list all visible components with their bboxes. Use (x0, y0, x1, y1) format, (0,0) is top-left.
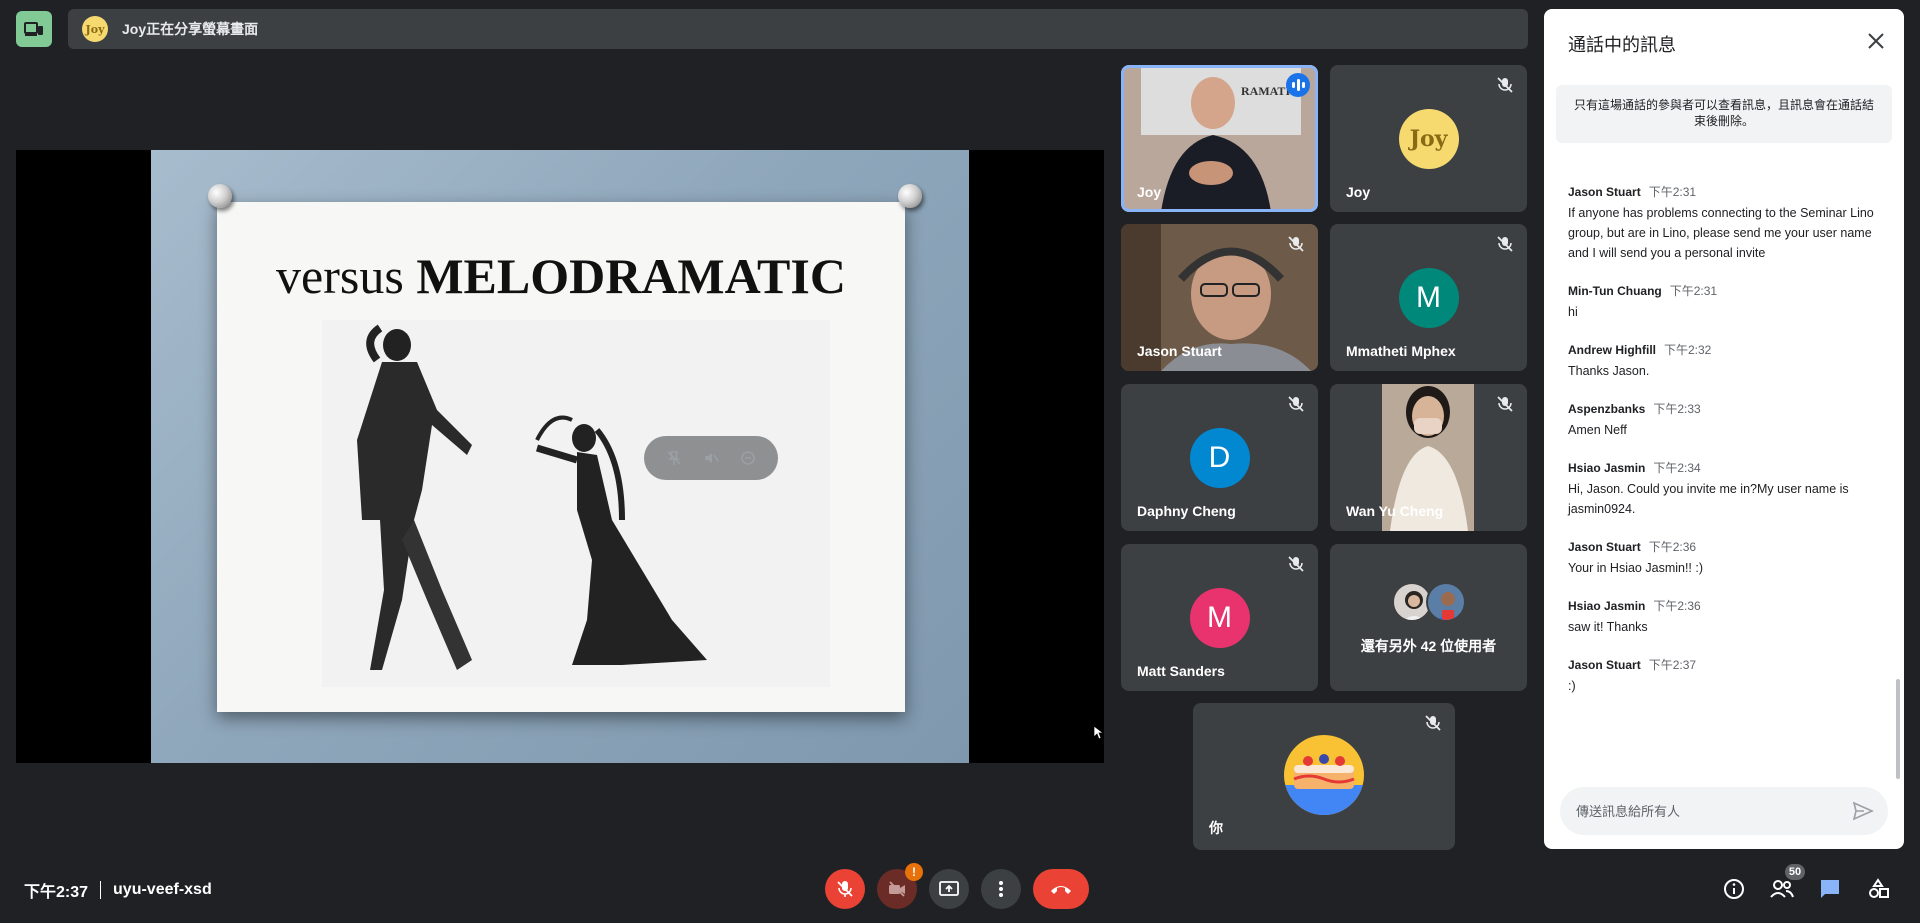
divider (100, 881, 102, 899)
participant-tile-overflow[interactable]: 還有另外 42 位使用者 (1330, 544, 1527, 691)
chat-message-input[interactable] (1576, 803, 1852, 819)
participants-button[interactable]: 50 (1767, 864, 1805, 904)
participant-tile-wan-yu-cheng[interactable]: Wan Yu Cheng (1330, 384, 1527, 531)
participant-tile-self[interactable]: 你 (1193, 703, 1455, 850)
chat-scrollbar[interactable] (1896, 679, 1900, 779)
chat-message: Hsiao Jasmin 下午2:34 Hi, Jason. Could you i… (1568, 461, 1849, 516)
meeting-details-button[interactable] (1719, 874, 1749, 904)
participant-name: Joy (1346, 184, 1371, 200)
participant-name: Daphny Cheng (1137, 503, 1236, 519)
mic-off-icon (1497, 77, 1513, 93)
activities-icon (1869, 878, 1889, 898)
present-screen-button[interactable] (929, 869, 969, 909)
participant-tile-matt-sanders[interactable]: M Matt Sanders (1121, 544, 1318, 691)
presenting-text: Joy正在分享螢幕畫面 (122, 21, 259, 37)
mute-icon[interactable] (703, 450, 719, 466)
remove-icon[interactable] (740, 450, 756, 466)
mic-off-icon (1497, 236, 1513, 252)
presenter-avatar: Joy (82, 16, 108, 42)
send-icon[interactable] (1852, 800, 1874, 822)
present-screen-icon (939, 881, 959, 896)
mic-off-icon (1425, 715, 1441, 731)
melodrama-illustration (322, 320, 830, 687)
camera-toggle-button[interactable]: ! (877, 863, 923, 909)
presentation-banner: Joy Joy正在分享螢幕畫面 (68, 9, 1528, 49)
participant-name: Mmatheti Mphex (1346, 343, 1456, 359)
chat-message: Andrew Highfill 下午2:32 Thanks Jason. (1568, 343, 1712, 378)
mic-off-icon (1288, 556, 1304, 572)
mic-off-icon (1288, 396, 1304, 412)
overflow-count-label: 還有另外 42 位使用者 (1360, 638, 1497, 654)
avatar: D (1189, 428, 1250, 488)
participant-tile-mmatheti-mphex[interactable]: M Mmatheti Mphex (1330, 224, 1527, 371)
pin-icon[interactable] (666, 450, 682, 466)
avatar: M (1398, 268, 1459, 328)
chat-panel: 通話中的訊息 只有這場通話的參與者可以查看訊息，且訊息會在通話結束後刪除。 Ja… (1544, 9, 1904, 849)
slide-paper: versus MELODRAMATIC (217, 202, 905, 712)
close-icon[interactable] (1864, 29, 1888, 53)
people-icon (1770, 880, 1794, 898)
pushpin-right (898, 184, 922, 208)
mic-off-icon (1497, 396, 1513, 412)
activities-button[interactable] (1863, 874, 1893, 904)
mic-off-icon (837, 881, 853, 897)
avatar: M (1189, 588, 1250, 648)
participant-count-badge: 50 (1785, 864, 1805, 880)
chat-message: Aspenzbanks 下午2:33 Amen Neff (1568, 402, 1701, 437)
participant-tile-jason-stuart[interactable]: Jason Stuart (1121, 224, 1318, 371)
pushpin-left (208, 184, 232, 208)
info-icon (1724, 879, 1744, 899)
overflow-avatar-2 (1426, 582, 1466, 622)
self-avatar-cake-icon (1284, 735, 1364, 815)
speaking-indicator-icon (1286, 73, 1310, 97)
chat-message: Jason Stuart 下午2:31 If anyone has problems… (1568, 185, 1874, 260)
chat-messages: Jason Stuart 下午2:31 If anyone has problems… (1568, 183, 1880, 715)
participant-name: 你 (1209, 820, 1223, 836)
meeting-info: 下午2:37 uyu-veef-xsd (24, 878, 212, 902)
participant-name: Jason Stuart (1137, 343, 1222, 359)
microphone-toggle-button[interactable] (825, 869, 865, 909)
slide-title: versus MELODRAMATIC (276, 248, 846, 304)
presenter-controls-overlay[interactable] (644, 436, 778, 480)
chat-input-box[interactable] (1560, 787, 1888, 835)
more-options-button[interactable] (981, 869, 1021, 909)
hang-up-icon (1051, 886, 1071, 894)
chat-button[interactable] (1815, 874, 1845, 904)
devices-icon (24, 22, 43, 36)
mic-off-icon (1288, 236, 1304, 252)
participant-name: Matt Sanders (1137, 663, 1225, 679)
participant-tile-joy-video[interactable]: RAMATIC Joy (1121, 65, 1318, 212)
mouse-cursor-icon (1094, 726, 1104, 740)
participant-name: Joy (1137, 184, 1162, 200)
layout-button[interactable] (16, 11, 52, 47)
camera-warning-badge: ! (905, 863, 923, 881)
leave-call-button[interactable] (1033, 869, 1089, 909)
chat-message: Jason Stuart 下午2:37:) (1568, 658, 1697, 693)
chat-message: Hsiao Jasmin 下午2:36 saw it! Thanks (1568, 599, 1701, 634)
avatar: Joy (1398, 109, 1459, 169)
meeting-code: uyu-veef-xsd (113, 881, 212, 898)
chat-message: Jason Stuart 下午2:36 Your in Hsiao Jasmin!!… (1568, 540, 1704, 575)
participant-name: Wan Yu Cheng (1346, 503, 1444, 519)
camera-off-icon (889, 881, 905, 897)
chat-title: 通話中的訊息 (1568, 35, 1676, 55)
current-time: 下午2:37 (24, 884, 89, 901)
shared-screen[interactable]: versus MELODRAMATIC (16, 150, 1104, 763)
slide: versus MELODRAMATIC (151, 150, 1104, 763)
participant-tile-daphny-cheng[interactable]: D Daphny Cheng (1121, 384, 1318, 531)
chat-icon (1821, 880, 1839, 898)
chat-notice: 只有這場通話的參與者可以查看訊息，且訊息會在通話結束後刪除。 (1556, 85, 1892, 143)
participant-tile-joy[interactable]: Joy Joy (1330, 65, 1527, 212)
chat-message: Min-Tun Chuang 下午2:31 hi (1568, 284, 1718, 319)
more-vert-icon (999, 881, 1003, 897)
